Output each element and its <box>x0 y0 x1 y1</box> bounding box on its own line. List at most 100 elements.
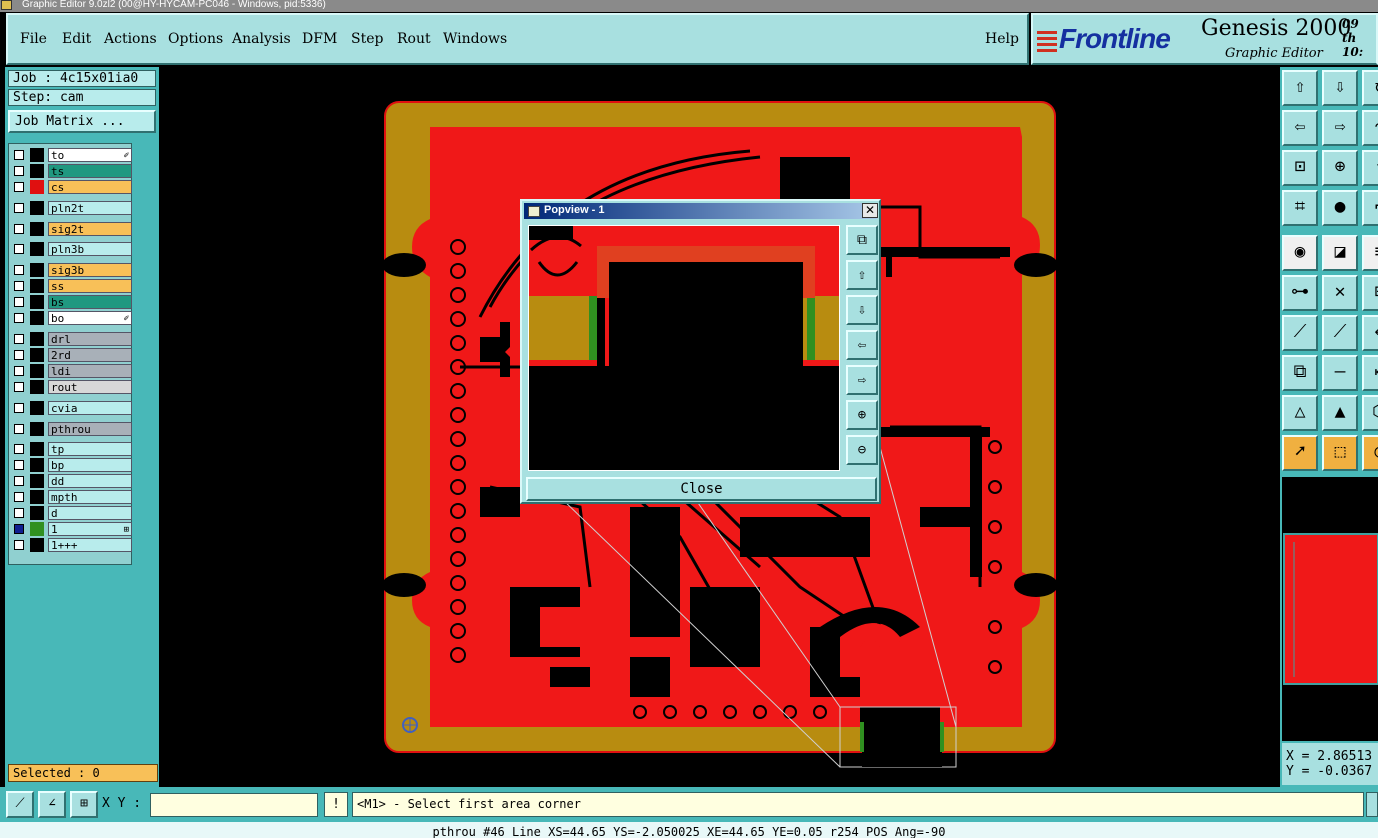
layer-row-1xxx[interactable]: 1+++ <box>12 538 132 552</box>
layer-color-swatch[interactable] <box>30 311 44 325</box>
layer-row-pthrou[interactable]: pthrou <box>12 422 132 436</box>
layer-color-swatch[interactable] <box>30 348 44 362</box>
layer-color-swatch[interactable] <box>30 148 44 162</box>
layer-color-swatch[interactable] <box>30 401 44 415</box>
pan-left-tool-icon[interactable]: ⇦ <box>1282 110 1318 146</box>
layer-visibility-checkbox[interactable] <box>14 350 24 360</box>
layer-row-d[interactable]: d <box>12 506 132 520</box>
layer-visibility-checkbox[interactable] <box>14 265 24 275</box>
layer-name[interactable]: drl <box>48 332 132 346</box>
layer-name[interactable]: bp <box>48 458 132 472</box>
popview-close-icon[interactable]: ✕ <box>862 203 878 218</box>
horizontal-line-tool-icon[interactable]: — <box>1322 355 1358 391</box>
layer-name[interactable]: 2rd <box>48 348 132 362</box>
layer-name[interactable]: rout <box>48 380 132 394</box>
layer-color-swatch[interactable] <box>30 506 44 520</box>
line-tool-icon[interactable]: ⟋ <box>1282 315 1318 351</box>
edit-shape-tool-icon[interactable]: ◪ <box>1322 235 1358 271</box>
popview-canvas[interactable] <box>528 225 840 471</box>
layer-visibility-checkbox[interactable] <box>14 444 24 454</box>
layer-visibility-checkbox[interactable] <box>14 203 24 213</box>
measure-tool-icon[interactable]: ⌗ <box>1282 190 1318 226</box>
layer-visibility-checkbox[interactable] <box>14 476 24 486</box>
layer-row-tp[interactable]: tp <box>12 442 132 456</box>
layer-name[interactable]: cs <box>48 180 132 194</box>
snap-angle-icon[interactable]: ⟋ <box>6 791 34 818</box>
layer-row-sig3b[interactable]: sig3b <box>12 263 132 277</box>
move-tool-icon[interactable]: ↔ <box>1362 315 1378 351</box>
layer-name[interactable]: d <box>48 506 132 520</box>
copy-tool-icon[interactable]: ⧉ <box>1282 355 1318 391</box>
layer-color-swatch[interactable] <box>30 295 44 309</box>
layer-tool-icon[interactable]: ⊟ <box>1362 275 1378 311</box>
menu-analysis[interactable]: Analysis <box>232 31 291 47</box>
layer-visibility-checkbox[interactable] <box>14 508 24 518</box>
layer-visibility-checkbox[interactable] <box>14 224 24 234</box>
layer-color-swatch[interactable] <box>30 180 44 194</box>
menu-actions[interactable]: Actions <box>104 31 157 47</box>
layer-color-swatch[interactable] <box>30 279 44 293</box>
zoom-area-tool-icon[interactable]: ↑ <box>1362 150 1378 186</box>
job-matrix-button[interactable]: Job Matrix ... <box>8 110 156 133</box>
layer-name[interactable]: sig2t <box>48 222 132 236</box>
layer-visibility-checkbox[interactable] <box>14 150 24 160</box>
pan-down-icon[interactable]: ⇩ <box>846 295 878 325</box>
layer-row-pln3b[interactable]: pln3b <box>12 242 132 256</box>
layer-name[interactable]: ts <box>48 164 132 178</box>
layer-row-dd[interactable]: dd <box>12 474 132 488</box>
layer-row-drl[interactable]: drl <box>12 332 132 346</box>
zoom-fit-tool-icon[interactable]: ⊡ <box>1282 150 1318 186</box>
popview-title-bar[interactable]: Popview - 1 <box>524 203 877 219</box>
layer-visibility-checkbox[interactable] <box>14 424 24 434</box>
pad-tool-icon[interactable]: ● <box>1322 190 1358 226</box>
window-system-icon[interactable] <box>1 0 12 10</box>
layer-row-1[interactable]: 1 ⊞ <box>12 522 132 536</box>
layer-row-ts[interactable]: ts <box>12 164 132 178</box>
triangle-tool-icon[interactable]: ▲ <box>1322 395 1358 431</box>
layer-visibility-checkbox[interactable] <box>14 460 24 470</box>
pan-up-icon[interactable]: ⇧ <box>846 260 878 290</box>
pan-down-tool-icon[interactable]: ⇩ <box>1322 70 1358 106</box>
layer-color-swatch[interactable] <box>30 222 44 236</box>
layer-row-ss[interactable]: ss <box>12 279 132 293</box>
arc-tool-icon[interactable]: ⟋ <box>1322 315 1358 351</box>
zoom-out-icon[interactable]: ⊖ <box>846 435 878 465</box>
stretch-tool-icon[interactable]: ⇤ <box>1362 355 1378 391</box>
menu-help[interactable]: Help <box>985 31 1019 47</box>
layer-color-swatch[interactable] <box>30 201 44 215</box>
layer-row-bp[interactable]: bp <box>12 458 132 472</box>
select-box-icon[interactable]: ⬚ <box>1322 435 1358 471</box>
layer-visibility-checkbox[interactable] <box>14 382 24 392</box>
layer-name[interactable]: sig3b <box>48 263 132 277</box>
layer-row-ldi[interactable]: ldi <box>12 364 132 378</box>
layer-color-swatch[interactable] <box>30 263 44 277</box>
snap-tool-icon[interactable]: ⌐ <box>1362 190 1378 226</box>
xy-input[interactable] <box>150 793 318 817</box>
menu-dfm[interactable]: DFM <box>302 31 337 47</box>
layer-name[interactable]: pln2t <box>48 201 132 215</box>
layer-name[interactable]: tp <box>48 442 132 456</box>
layer-row-to[interactable]: to ✐ <box>12 148 132 162</box>
layer-color-swatch[interactable] <box>30 474 44 488</box>
layer-row-bs[interactable]: bs <box>12 295 132 309</box>
layer-color-swatch[interactable] <box>30 380 44 394</box>
layer-visibility-checkbox[interactable] <box>14 334 24 344</box>
delete-tool-icon[interactable]: ✕ <box>1322 275 1358 311</box>
menu-rout[interactable]: Rout <box>397 31 431 47</box>
layer-name[interactable]: cvia <box>48 401 132 415</box>
menu-windows[interactable]: Windows <box>443 31 507 47</box>
message-scroll[interactable] <box>1366 792 1378 817</box>
menu-options[interactable]: Options <box>168 31 223 47</box>
layer-row-mpth[interactable]: mpth <box>12 490 132 504</box>
pan-right-tool-icon[interactable]: ⇨ <box>1322 110 1358 146</box>
select-circle-icon[interactable]: ◯ <box>1362 435 1378 471</box>
layer-name[interactable]: dd <box>48 474 132 488</box>
layer-color-swatch[interactable] <box>30 490 44 504</box>
exclamation-button[interactable]: ! <box>324 792 348 817</box>
layer-visibility-checkbox[interactable] <box>14 540 24 550</box>
layer-color-swatch[interactable] <box>30 164 44 178</box>
layer-name[interactable]: bs <box>48 295 132 309</box>
snap-45-icon[interactable]: ∠ <box>38 791 66 818</box>
layer-row-bo[interactable]: bo ✐ <box>12 311 132 325</box>
layer-visibility-checkbox[interactable] <box>14 313 24 323</box>
